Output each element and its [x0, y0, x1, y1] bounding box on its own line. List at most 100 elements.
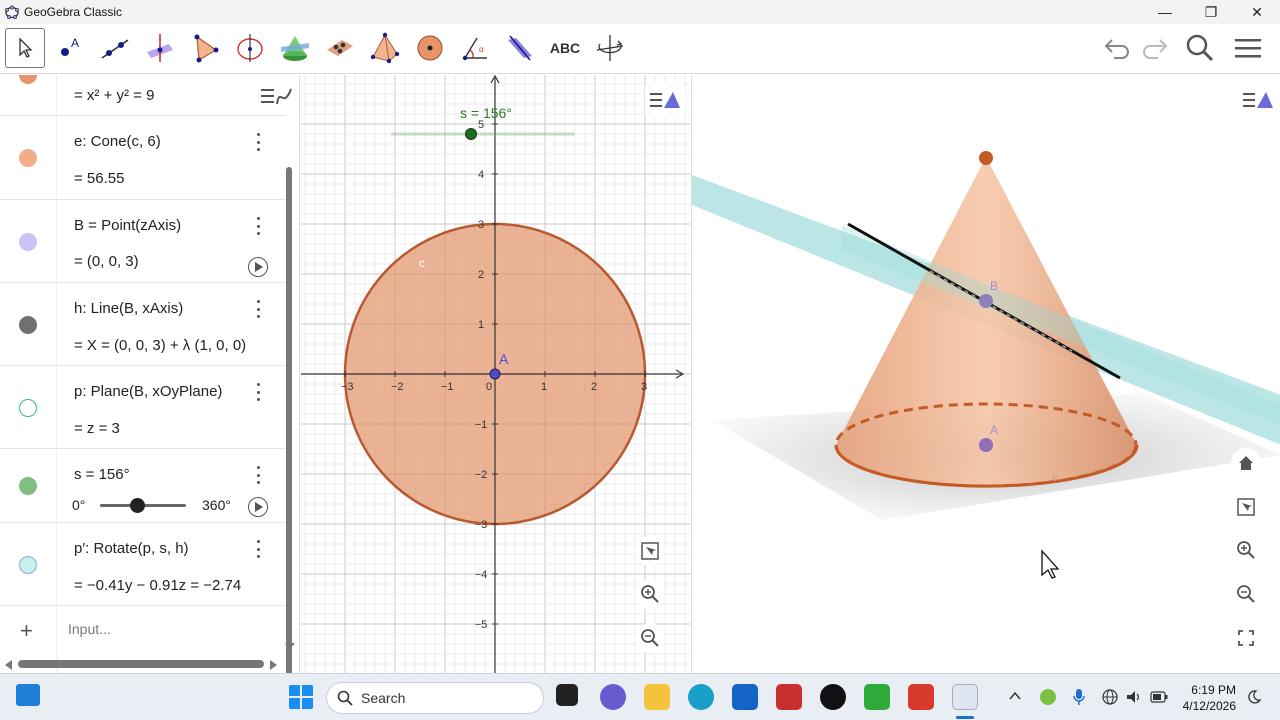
zoom-in-3d-button[interactable] — [1231, 535, 1261, 565]
minimize-button[interactable]: — — [1142, 0, 1188, 24]
volume-icon[interactable] — [1126, 689, 1142, 705]
input-field[interactable]: Input... — [68, 621, 111, 637]
start-windows-icon[interactable] — [288, 684, 314, 710]
geogebra-taskbar-icon[interactable] — [952, 684, 978, 710]
more-options-button[interactable] — [252, 217, 264, 235]
view-settings-button[interactable] — [635, 536, 665, 566]
visibility-toggle[interactable] — [19, 233, 37, 251]
algebra-row-p[interactable]: p: Plane(B, xOyPlane) = z = 3 — [0, 366, 286, 449]
plane-tool-button[interactable] — [320, 28, 360, 68]
algebra-row-s[interactable]: s = 156° 0° 360° — [0, 449, 286, 523]
point-A-3d[interactable] — [979, 438, 993, 452]
algebra-row-c[interactable]: = x² + y² = 9 — [0, 75, 286, 116]
scroll-left-arrow-icon[interactable] — [4, 660, 12, 670]
text-tool-button[interactable]: ABC — [545, 28, 585, 68]
y-tick-label: −2 — [475, 469, 488, 481]
battery-icon[interactable] — [1150, 691, 1168, 703]
media-app-icon[interactable] — [776, 684, 802, 710]
algebra-style-button[interactable] — [256, 81, 296, 113]
github-icon[interactable] — [820, 684, 846, 710]
algebra-row-h[interactable]: h: Line(B, xAxis) = X = (0, 0, 3) + λ (1… — [0, 283, 286, 366]
taskbar-clock[interactable]: 6:19 PM 4/12/2026 — [1183, 682, 1236, 714]
play-animation-button[interactable] — [248, 497, 268, 517]
algebra-definition: h: Line(B, xAxis) — [74, 300, 184, 317]
algebra-row-B[interactable]: B = Point(zAxis) = (0, 0, 3) — [0, 200, 286, 283]
chevron-up-icon[interactable] — [1008, 690, 1022, 702]
line-tool-button[interactable] — [95, 28, 135, 68]
fullscreen-button[interactable] — [1231, 623, 1261, 653]
more-options-button[interactable] — [252, 383, 264, 401]
visibility-toggle[interactable] — [19, 75, 37, 84]
graphics-style-button[interactable] — [645, 83, 685, 117]
intersect-surfaces-tool-button[interactable] — [275, 28, 315, 68]
apex-point[interactable] — [979, 151, 993, 165]
x-tick-label: −3 — [341, 381, 354, 393]
scroll-right-arrow-icon[interactable] — [270, 660, 278, 670]
zoom-out-3d-button[interactable] — [1231, 579, 1261, 609]
edge-icon[interactable] — [688, 684, 714, 710]
rotate-view-tool-button[interactable] — [590, 28, 630, 68]
graphics-3d-canvas[interactable]: B A c — [692, 75, 1280, 673]
microphone-icon[interactable] — [1072, 688, 1086, 706]
store-icon[interactable] — [732, 684, 758, 710]
horizontal-scrollbar[interactable] — [18, 660, 264, 668]
visibility-toggle[interactable] — [19, 149, 37, 167]
view-settings-3d-button[interactable] — [1231, 492, 1261, 522]
zoom-in-icon — [1237, 541, 1255, 559]
polygon-tool-button[interactable] — [185, 28, 225, 68]
do-not-disturb-moon-icon[interactable] — [1246, 689, 1262, 705]
move-tool-button[interactable] — [5, 28, 45, 68]
graphics-3d-style-button[interactable] — [1238, 83, 1278, 117]
undo-button[interactable] — [1098, 28, 1138, 68]
circle-axis-tool-button[interactable] — [230, 28, 270, 68]
x-tick-label: 1 — [541, 381, 547, 393]
visibility-toggle[interactable] — [19, 316, 37, 334]
more-options-button[interactable] — [252, 300, 264, 318]
y-tick-label: 3 — [478, 219, 484, 231]
input-bar[interactable]: + Input... — [0, 606, 286, 654]
graphics-2d-canvas[interactable]: −3 −2 −1 0 1 2 354321−1−2−3−4−5s = 156°cA — [301, 75, 690, 673]
teams-icon[interactable] — [600, 684, 626, 710]
sphere-tool-button[interactable] — [410, 28, 450, 68]
maximize-button[interactable]: ❐ — [1188, 0, 1234, 24]
algebra-view: = x² + y² = 9 e: Cone(c, 6) = 56.55 B = … — [0, 75, 300, 673]
widgets-icon[interactable] — [16, 684, 40, 706]
recorder-icon[interactable] — [908, 684, 934, 710]
vertical-scrollbar[interactable] — [286, 167, 292, 673]
redo-button[interactable] — [1134, 28, 1174, 68]
slider-knob[interactable] — [129, 498, 145, 513]
algebra-row-p-prime[interactable]: p′: Rotate(p, s, h) = −0.41y − 0.91z = −… — [0, 523, 286, 606]
more-options-button[interactable] — [252, 540, 264, 558]
reflect-tool-button[interactable] — [500, 28, 540, 68]
point-tool-button[interactable]: A — [50, 28, 90, 68]
taskbar-search[interactable]: Search — [326, 682, 544, 714]
tray-app-icon[interactable] — [1040, 689, 1056, 705]
algebra-definition: p′: Rotate(p, s, h) — [74, 540, 189, 557]
pyramid-tool-button[interactable] — [365, 28, 405, 68]
point-B-3d[interactable] — [979, 294, 993, 308]
network-globe-icon[interactable] — [1102, 689, 1118, 705]
zoom-in-button[interactable] — [635, 579, 665, 609]
graphics-view-3d[interactable]: B A c — [691, 75, 1280, 673]
close-button[interactable]: ✕ — [1234, 0, 1280, 24]
algebra-row-e[interactable]: e: Cone(c, 6) = 56.55 — [0, 116, 286, 200]
camtasia-icon[interactable] — [864, 684, 890, 710]
search-button[interactable] — [1180, 28, 1220, 68]
file-explorer-icon[interactable] — [644, 684, 670, 710]
visibility-toggle[interactable] — [19, 477, 37, 495]
more-options-button[interactable] — [252, 466, 264, 484]
angle-tool-button[interactable]: α — [455, 28, 495, 68]
add-item-button[interactable]: + — [20, 618, 33, 644]
play-animation-button[interactable] — [248, 257, 268, 277]
cone-e — [836, 157, 1137, 487]
perpendicular-line-tool-button[interactable] — [140, 28, 180, 68]
task-view-icon[interactable] — [556, 684, 578, 706]
visibility-toggle[interactable] — [19, 399, 37, 417]
main-menu-button[interactable] — [1228, 28, 1268, 68]
graphics-view-2d[interactable]: −3 −2 −1 0 1 2 3 5 4 3 2 1 −1 −2 −3 −4 −5 s = 156° c A — [301, 75, 690, 673]
more-options-button[interactable] — [252, 133, 264, 151]
standard-view-button[interactable] — [1231, 448, 1261, 478]
scroll-down-arrow-icon[interactable] — [285, 643, 295, 651]
zoom-out-button[interactable] — [635, 623, 665, 653]
visibility-toggle[interactable] — [19, 556, 37, 574]
